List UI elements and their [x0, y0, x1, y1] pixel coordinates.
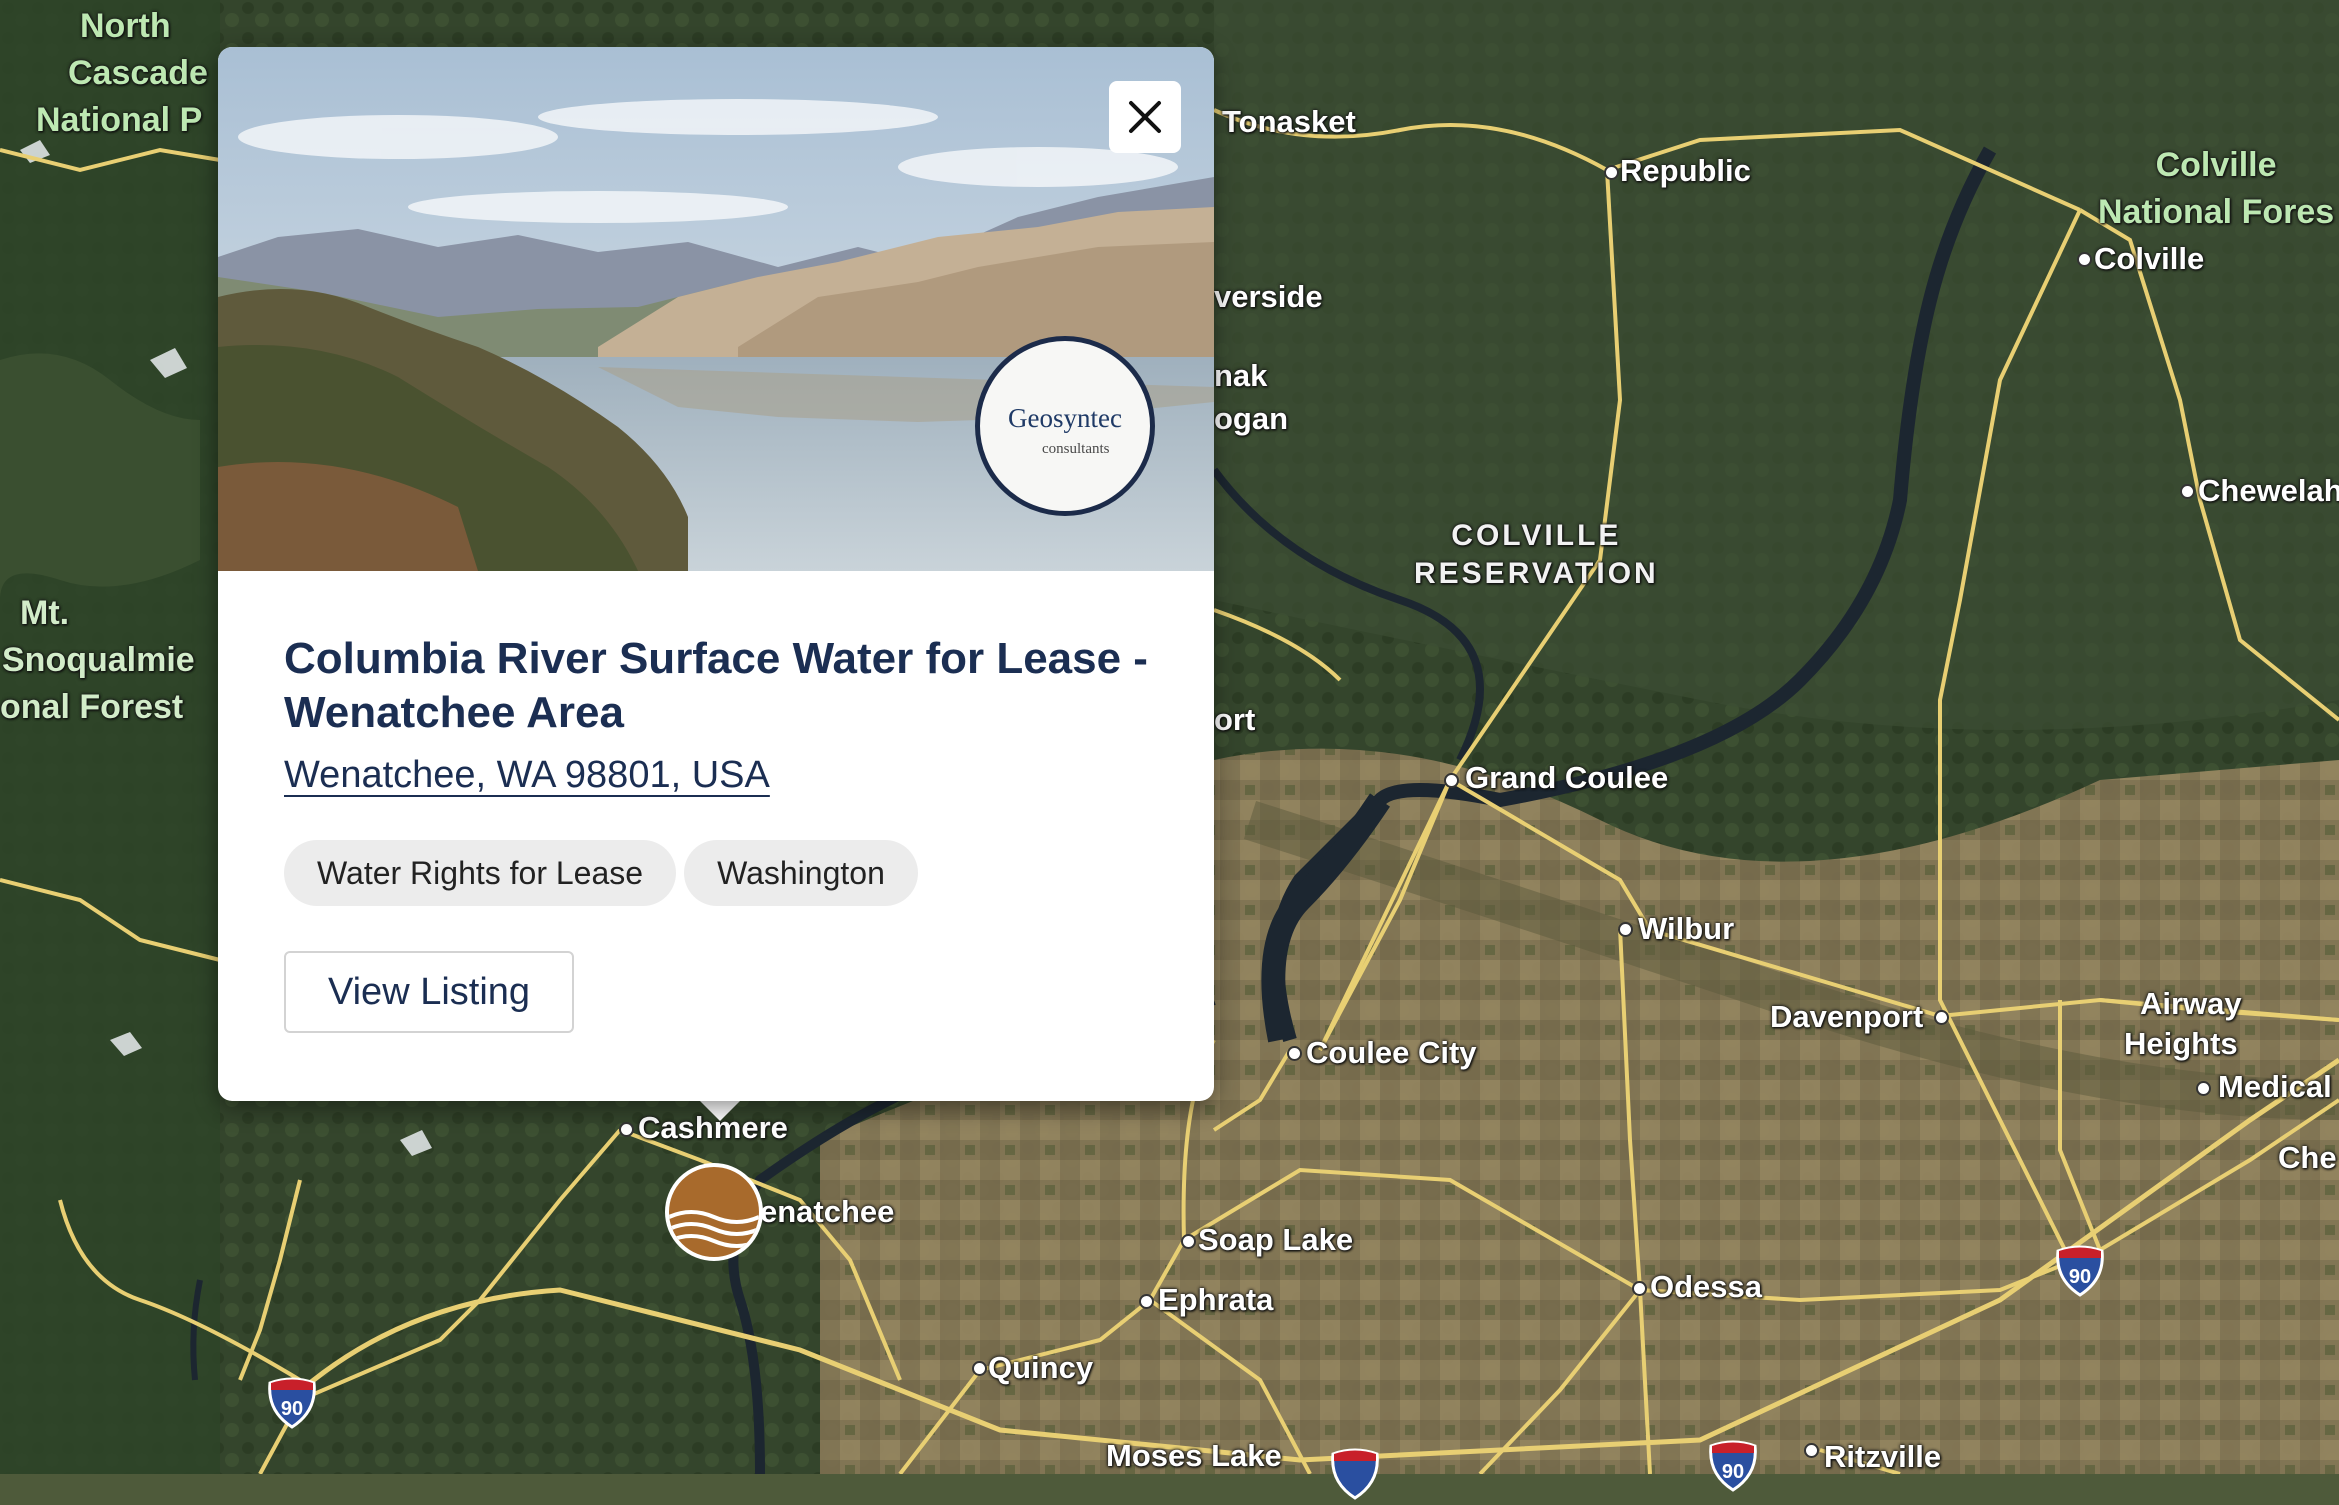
place-label-okanogan: ogan — [1214, 401, 1289, 436]
interstate-shield: 90 — [267, 1377, 317, 1429]
park-label-colville-forest: Colville National Fores — [2098, 146, 2335, 231]
town-dot — [1287, 1046, 1302, 1061]
place-label-republic: Republic — [1620, 153, 1751, 188]
town-dot — [619, 1122, 634, 1137]
place-label-riverside: verside — [1214, 279, 1323, 314]
reservation-label: COLVILLE RESERVATION — [1414, 519, 1659, 590]
place-label-quincy: Quincy — [988, 1350, 1094, 1385]
place-label-davenport: Davenport — [1770, 999, 1924, 1034]
town-dot — [1604, 165, 1619, 180]
view-listing-button[interactable]: View Listing — [284, 951, 574, 1033]
town-dot — [2196, 1081, 2211, 1096]
interstate-shield: 90 — [2055, 1245, 2105, 1297]
svg-text:90: 90 — [2069, 1266, 2091, 1288]
place-label-coulee-city: Coulee City — [1306, 1035, 1477, 1070]
interstate-shield: 90 — [1708, 1440, 1758, 1492]
place-label-ritzville: Ritzville — [1824, 1439, 1942, 1474]
place-label-odessa: Odessa — [1650, 1269, 1763, 1304]
listing-address-link[interactable]: Wenatchee, WA 98801, USA — [284, 754, 770, 797]
place-label-chewelah: Chewelah — [2198, 473, 2339, 508]
place-label-colville: Colville — [2094, 241, 2205, 276]
town-dot — [2077, 252, 2092, 267]
place-label-airway-heights: Heights — [2124, 1026, 2238, 1061]
town-dot — [1444, 773, 1459, 788]
water-waves-icon — [669, 1210, 759, 1248]
park-label-snoqualmie: Mt. Snoqualmie onal Forest — [0, 594, 195, 726]
town-dot — [1181, 1234, 1196, 1249]
place-label-airway-heights: Airway — [2140, 986, 2242, 1021]
interstate-shield — [1330, 1448, 1380, 1500]
place-label-tonasket: Tonasket — [1222, 104, 1356, 139]
park-label-north-cascades: North Cascade National P — [36, 7, 208, 139]
place-label-medical: Medical — [2218, 1069, 2332, 1104]
tag-water-rights: Water Rights for Lease — [284, 840, 677, 906]
svg-text:90: 90 — [1722, 1461, 1744, 1483]
close-icon — [1129, 101, 1161, 133]
town-dot — [1139, 1294, 1154, 1309]
place-label-wilbur: Wilbur — [1638, 911, 1735, 946]
town-dot — [1618, 922, 1633, 937]
place-label-ephrata: Ephrata — [1158, 1282, 1274, 1317]
town-dot — [1934, 1010, 1949, 1025]
place-label-moses-lake: Moses Lake — [1106, 1438, 1282, 1473]
company-logo: Geosyntec consultants — [975, 336, 1155, 516]
svg-text:90: 90 — [281, 1398, 303, 1420]
close-button[interactable] — [1109, 81, 1181, 153]
place-label-cheney: Che — [2278, 1140, 2337, 1175]
place-label-grand-coulee: Grand Coulee — [1465, 760, 1669, 795]
listing-tags: Water Rights for Lease Washington — [284, 840, 918, 906]
tag-state: Washington — [684, 840, 918, 906]
place-label-bridgeport: ort — [1214, 702, 1256, 737]
place-label-wenatchee: enatchee — [760, 1194, 895, 1229]
listing-title: Columbia River Surface Water for Lease -… — [284, 634, 1148, 737]
listing-popup: Geosyntec consultants Columbia River Sur… — [218, 47, 1214, 1101]
town-dot — [2180, 484, 2195, 499]
popup-pointer — [698, 1099, 742, 1121]
place-label-soap-lake: Soap Lake — [1198, 1222, 1354, 1257]
town-dot — [972, 1361, 987, 1376]
place-label-omak: nak — [1214, 358, 1268, 393]
water-listing-marker[interactable] — [665, 1163, 763, 1261]
town-dot — [1804, 1443, 1819, 1458]
town-dot — [1632, 1281, 1647, 1296]
